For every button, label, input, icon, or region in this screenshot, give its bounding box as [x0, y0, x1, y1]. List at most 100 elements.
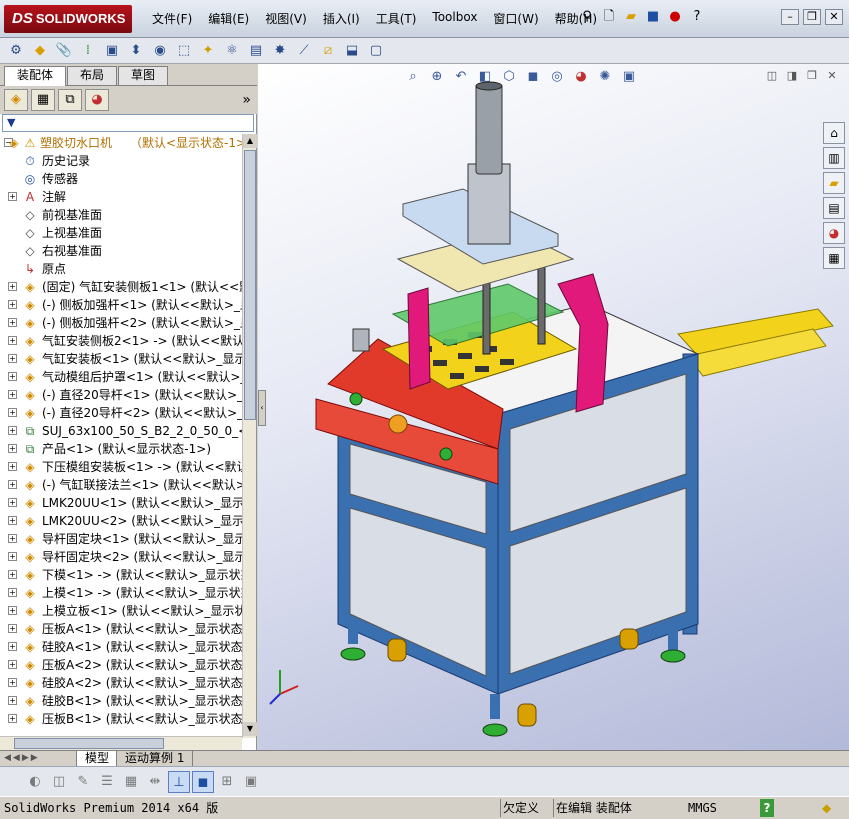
- tree-item[interactable]: + ◈ 气动模组后护罩<1> (默认<<默认>_显: [0, 368, 242, 386]
- tree-item[interactable]: + ⧉ 产品<1> (默认<显示状态-1>): [0, 440, 242, 458]
- menu-tools[interactable]: 工具(T): [368, 10, 425, 27]
- configuration-manager-icon[interactable]: ⧉: [58, 89, 82, 111]
- tab-motion-study[interactable]: 运动算例 1: [116, 751, 194, 767]
- tree-item[interactable]: + ◈ 压板A<2> (默认<<默认>_显示状态 1>: [0, 656, 242, 674]
- list-icon[interactable]: ☰: [96, 771, 118, 793]
- tab-assembly[interactable]: 装配体: [4, 66, 67, 86]
- save-icon[interactable]: ■: [644, 8, 662, 26]
- expand-icon[interactable]: +: [8, 318, 17, 327]
- linear-pattern-icon[interactable]: ⁞: [78, 41, 98, 61]
- tree-item[interactable]: + ◈ 硅胶A<1> (默认<<默认>_显示状态 1>: [0, 638, 242, 656]
- tree-item[interactable]: + ◈ 导杆固定块<1> (默认<<默认>_显示状: [0, 530, 242, 548]
- tree-item[interactable]: + ◈ (-) 直径20导杆<1> (默认<<默认>_显: [0, 386, 242, 404]
- pushpin-icon[interactable]: ⚲: [578, 8, 596, 26]
- scroll-thumb[interactable]: [244, 150, 256, 420]
- expand-icon[interactable]: +: [8, 678, 17, 687]
- tag-icon[interactable]: ◆: [822, 799, 831, 817]
- menu-insert[interactable]: 插入(I): [315, 10, 368, 27]
- tab-layout[interactable]: 布局: [67, 66, 118, 85]
- tree-item[interactable]: + ◈ 上模立板<1> (默认<<默认>_显示状态: [0, 602, 242, 620]
- traffic-light-icon[interactable]: ●: [666, 8, 684, 26]
- shaded-icon[interactable]: ◐: [24, 771, 46, 793]
- scroll-down-icon[interactable]: ▼: [243, 722, 257, 736]
- menu-toolbox[interactable]: Toolbox: [424, 10, 485, 27]
- expand-icon[interactable]: +: [8, 714, 17, 723]
- tree-item[interactable]: + ◈ (-) 气缸联接法兰<1> (默认<<默认>_: [0, 476, 242, 494]
- expand-icon[interactable]: +: [8, 444, 17, 453]
- tree-vertical-scrollbar[interactable]: ▲ ▼: [242, 134, 257, 738]
- tree-item[interactable]: + ◈ (-) 直径20导杆<2> (默认<<默认>_显: [0, 404, 242, 422]
- show-hidden-icon[interactable]: ◉: [150, 41, 170, 61]
- tree-item[interactable]: + ◈ 硅胶A<2> (默认<<默认>_显示状态 1>: [0, 674, 242, 692]
- expand-icon[interactable]: +: [8, 624, 17, 633]
- tree-item[interactable]: + ◈ (-) 侧板加强杆<2> (默认<<默认>_显: [0, 314, 242, 332]
- menu-view[interactable]: 视图(V): [257, 10, 315, 27]
- tab-navigation-icon[interactable]: ◀◀▶▶: [4, 753, 40, 763]
- expand-icon[interactable]: +: [8, 516, 17, 525]
- expand-icon[interactable]: +: [8, 408, 17, 417]
- open-folder-icon[interactable]: ▰: [622, 8, 640, 26]
- tree-item[interactable]: + ◈ LMK20UU<1> (默认<<默认>_显示状态: [0, 494, 242, 512]
- tree-item[interactable]: ◇ 右视基准面: [0, 242, 242, 260]
- tree-item[interactable]: + ◈ 下模<1> -> (默认<<默认>_显示状态: [0, 566, 242, 584]
- tree-root[interactable]: − ◈ ⚠ 塑胶切水口机 （默认<显示状态-1>）: [0, 134, 242, 152]
- expand-panel-icon[interactable]: »: [242, 92, 251, 108]
- dimension-icon[interactable]: ⇹: [144, 771, 166, 793]
- solidworks-logo[interactable]: DS SOLIDWORKS: [4, 5, 132, 33]
- menu-window[interactable]: 窗口(W): [485, 10, 546, 27]
- expand-icon[interactable]: +: [8, 480, 17, 489]
- expand-icon[interactable]: +: [8, 462, 17, 471]
- scroll-up-icon[interactable]: ▲: [243, 134, 257, 148]
- grid-icon[interactable]: ⊞: [216, 771, 238, 793]
- machine-3d-model[interactable]: [258, 64, 849, 750]
- help-icon[interactable]: ?: [688, 8, 706, 26]
- expand-icon[interactable]: +: [8, 552, 17, 561]
- expand-icon[interactable]: +: [8, 696, 17, 705]
- expand-icon[interactable]: +: [8, 192, 17, 201]
- expand-icon[interactable]: +: [8, 660, 17, 669]
- tree-item[interactable]: + ◈ (固定) 气缸安装侧板1<1> (默认<<默: [0, 278, 242, 296]
- expand-icon[interactable]: +: [8, 606, 17, 615]
- tree-item[interactable]: + ◈ 压板A<1> (默认<<默认>_显示状态 1>: [0, 620, 242, 638]
- tab-sketch[interactable]: 草图: [118, 66, 169, 85]
- feature-manager-icon[interactable]: ◈: [4, 89, 28, 111]
- property-manager-icon[interactable]: ▦: [31, 89, 55, 111]
- close-button[interactable]: ✕: [825, 9, 843, 25]
- expand-icon[interactable]: +: [8, 336, 17, 345]
- tree-item[interactable]: + A 注解: [0, 188, 242, 206]
- minimize-button[interactable]: –: [781, 9, 799, 25]
- menu-file[interactable]: 文件(F): [144, 10, 200, 27]
- tree-horizontal-scrollbar[interactable]: [0, 736, 242, 750]
- tree-item[interactable]: + ◈ 上模<1> -> (默认<<默认>_显示状态: [0, 584, 242, 602]
- instant3d-icon[interactable]: ▢: [366, 41, 386, 61]
- expand-icon[interactable]: +: [8, 390, 17, 399]
- quick-tips-icon[interactable]: ?: [760, 799, 774, 817]
- sketch-icon[interactable]: ✎: [72, 771, 94, 793]
- edit-component-icon[interactable]: ⚙: [6, 41, 26, 61]
- clearance-verification-icon[interactable]: ⬓: [342, 41, 362, 61]
- cube-view-icon[interactable]: ◼: [192, 770, 214, 793]
- expand-icon[interactable]: +: [8, 588, 17, 597]
- tree-item[interactable]: ◇ 前视基准面: [0, 206, 242, 224]
- tree-filter-input[interactable]: ▼: [2, 114, 254, 132]
- tree-item[interactable]: + ◈ 硅胶B<1> (默认<<默认>_显示状态 1>: [0, 692, 242, 710]
- assembly-features-icon[interactable]: ⬚: [174, 41, 194, 61]
- bill-of-materials-icon[interactable]: ▤: [246, 41, 266, 61]
- tree-item[interactable]: + ◈ 气缸安装板<1> (默认<<默认>_显示状: [0, 350, 242, 368]
- relations-icon[interactable]: ⊥: [168, 770, 190, 793]
- unit-system[interactable]: MMGS: [688, 799, 717, 817]
- expand-icon[interactable]: +: [8, 570, 17, 579]
- photo-icon[interactable]: ▣: [240, 771, 262, 793]
- menu-edit[interactable]: 编辑(E): [200, 10, 257, 27]
- display-manager-icon[interactable]: ◕: [85, 89, 109, 111]
- expand-icon[interactable]: +: [8, 498, 17, 507]
- tree-item[interactable]: ◎ 传感器: [0, 170, 242, 188]
- table-icon[interactable]: ▦: [120, 771, 142, 793]
- graphics-area[interactable]: ‹ ⌕ ⊕ ↶ ◧ ⬡ ◼ ◎ ◕ ✺ ▣ ◫ ◨ ❐ ✕ ⌂ ▥ ▰ ▤ ◕ …: [258, 64, 849, 750]
- expand-icon[interactable]: +: [8, 426, 17, 435]
- mate-icon[interactable]: 📎: [54, 41, 74, 61]
- expand-icon[interactable]: +: [8, 300, 17, 309]
- tree-item[interactable]: + ◈ (-) 侧板加强杆<1> (默认<<默认>_显: [0, 296, 242, 314]
- tree-item[interactable]: ↳ 原点: [0, 260, 242, 278]
- tree-item[interactable]: + ◈ 导杆固定块<2> (默认<<默认>_显示状: [0, 548, 242, 566]
